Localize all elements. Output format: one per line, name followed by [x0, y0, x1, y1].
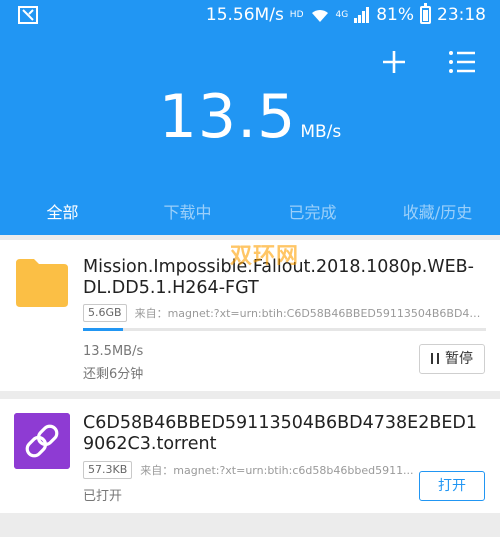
file-size-badge: 5.6GB [83, 304, 127, 322]
speed-unit: MB/s [300, 122, 342, 142]
file-size-badge: 57.3KB [83, 461, 133, 479]
battery-percent: 81% [376, 5, 414, 25]
tab-all[interactable]: 全部 [0, 200, 125, 236]
tab-favorites-history[interactable]: 收藏/历史 [375, 200, 500, 236]
file-source: 来自：magnet:?xt=urn:btih:c6d58b46bbed5911.… [140, 464, 414, 477]
open-button[interactable]: 打开 [419, 471, 485, 501]
plus-icon[interactable] [380, 48, 408, 76]
file-title: C6D58B46BBED59113504B6BD4738E2BED19062C3… [83, 413, 478, 454]
hd-label: HD [289, 10, 304, 20]
app-logo-icon [18, 6, 38, 24]
download-speed: 13.5MB/s [83, 344, 144, 359]
download-progress [83, 328, 486, 331]
file-source: 来自：magnet:?xt=urn:btih:C6D58B46BBED59113… [134, 307, 486, 320]
battery-icon [420, 3, 431, 24]
torrent-link-icon [14, 413, 70, 469]
time-remaining: 还剩6分钟 [83, 367, 144, 382]
file-meta: 5.6GB 来自：magnet:?xt=urn:btih:C6D58B46BBE… [83, 304, 486, 322]
pause-button-label: 暂停 [445, 351, 473, 367]
status-bar: 15.56M/s HD 4G 81% 23:18 [0, 0, 500, 30]
file-status: 已打开 [83, 489, 123, 504]
wifi-icon [311, 9, 328, 22]
clock: 23:18 [437, 5, 486, 25]
speed-value: 13.5 [158, 82, 297, 152]
download-item[interactable]: C6D58B46BBED59113504B6BD4738E2BED19062C3… [0, 399, 500, 513]
pause-icon [431, 353, 439, 364]
tab-completed[interactable]: 已完成 [250, 200, 375, 236]
pause-button[interactable]: 暂停 [419, 344, 485, 374]
progress-fill [83, 328, 124, 331]
tab-bar: 全部 下载中 已完成 收藏/历史 [0, 200, 500, 236]
list-icon[interactable] [448, 50, 476, 74]
watermark: 双环网 [230, 244, 300, 269]
total-speed: 13.5 MB/s [0, 82, 500, 152]
speed-header: 13.5 MB/s 全部 下载中 已完成 收藏/历史 [0, 30, 500, 235]
net-speed-text: 15.56M/s [205, 5, 284, 25]
folder-icon [16, 259, 68, 307]
network-type-label: 4G [335, 10, 349, 20]
tab-downloading[interactable]: 下载中 [125, 200, 250, 236]
signal-icon [354, 7, 370, 23]
